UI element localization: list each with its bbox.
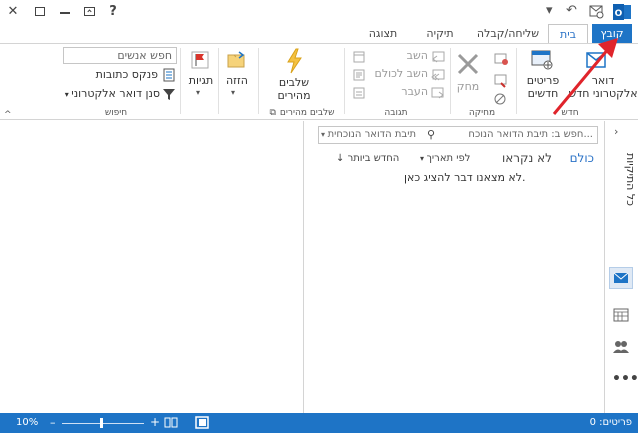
send-receive-icon[interactable] [588, 3, 604, 19]
more-nav-icon[interactable]: ••• [612, 371, 638, 387]
message-list: חפש ב: תיבת הדואר הנוכח... ⚲ ▾ תיבת הדוא… [303, 121, 604, 413]
reply-all-icon [430, 68, 446, 82]
items-count: פריטים: 0 [589, 417, 632, 428]
empty-list-message: לא מצאנו דבר להציג כאן. [404, 171, 526, 184]
ribbon-display-options-icon[interactable] [80, 3, 98, 21]
collapse-ribbon-icon[interactable]: ^ [4, 110, 12, 120]
tab-view[interactable]: תצוגה [356, 24, 410, 44]
sort-order-label: החדש ביותר [347, 153, 400, 164]
calendar-icon[interactable] [612, 307, 630, 323]
zoom-out-icon[interactable]: – [50, 416, 56, 429]
reply-all-button[interactable]: השב לכולם [366, 67, 428, 80]
address-book-icon [162, 68, 176, 82]
status-bar: פריטים: 0 10% – + [0, 413, 638, 433]
tab-send-receive[interactable]: שליחה/קבלה [470, 24, 546, 44]
filter-unread-tab[interactable]: לא נקראו [502, 151, 552, 165]
meeting-icon[interactable] [352, 50, 366, 64]
quick-steps-icon [284, 48, 304, 74]
all-folders-label[interactable]: כל התיקיות [607, 139, 637, 219]
filter-email-button[interactable]: ▾ סנן דואר אלקטרוני [64, 87, 160, 100]
reply-icon [430, 50, 446, 64]
search-scope-dropdown[interactable]: ▾ תיבת הדואר הנוכחית [321, 129, 416, 140]
folder-pane-collapsed: › כל התיקיות ••• [604, 121, 638, 413]
search-people-input[interactable]: חפש אנשים [63, 47, 177, 64]
group-separator [258, 48, 259, 114]
move-icon [226, 50, 246, 70]
address-book-button[interactable]: פנקס כתובות [78, 68, 158, 81]
reply-button[interactable]: השב [396, 49, 428, 62]
group-label-text: שלבים מהירים [279, 108, 335, 118]
flag-icon [190, 50, 210, 70]
tags-button[interactable]: תגיות [184, 74, 218, 87]
group-label-find: חיפוש [104, 108, 128, 118]
zoom-slider-track[interactable] [62, 423, 144, 424]
ribbon-tabs: קובץ בית שליחה/קבלה תיקיה תצוגה [0, 24, 638, 44]
title-bar: ✕ ? ▾ ↶ O [0, 0, 638, 24]
outlook-logo-icon: O [612, 2, 632, 22]
forward-icon [430, 86, 446, 100]
junk-icon[interactable] [492, 92, 510, 106]
zoom-level[interactable]: 10% [16, 417, 38, 428]
filter-icon [162, 87, 176, 101]
delete-icon [454, 50, 482, 78]
sort-by-label: לפי תאריך [426, 153, 471, 164]
forward-button[interactable]: העבר [396, 85, 428, 98]
reading-pane [0, 121, 303, 413]
group-label-delete: מחיקה [468, 108, 496, 118]
svg-text:O: O [615, 9, 623, 19]
undo-icon[interactable]: ↶ [566, 3, 577, 18]
group-separator [218, 48, 219, 114]
people-icon[interactable] [612, 339, 630, 355]
help-button[interactable]: ? [104, 3, 122, 21]
normal-view-icon[interactable] [195, 416, 209, 429]
reading-view-icon[interactable] [164, 416, 178, 429]
dialog-launcher-icon[interactable]: ⧉ [269, 108, 275, 118]
filter-email-label: סנן דואר אלקטרוני [71, 87, 160, 100]
arrow-down-icon: ↓ [336, 153, 348, 164]
ignore-icon[interactable] [492, 50, 510, 68]
ribbon: דואר אלקטרוני חדש פריטים חדשים חדש מחק מ… [0, 43, 638, 120]
minimize-icon[interactable] [56, 3, 74, 21]
search-scope-label: תיבת הדואר הנוכחית [327, 129, 417, 140]
sort-by-dropdown[interactable]: ▾ לפי תאריך [420, 153, 470, 164]
delete-button[interactable]: מחק [454, 80, 482, 93]
group-label-quick-steps: ⧉ שלבים מהירים [262, 108, 342, 118]
maximize-icon[interactable] [31, 3, 49, 21]
mail-nav-button[interactable] [609, 267, 633, 289]
cleanup-icon[interactable] [492, 72, 510, 88]
im-icon[interactable] [352, 68, 366, 82]
close-icon[interactable]: ✕ [4, 3, 22, 21]
quick-steps-button[interactable]: שלבים מהירים [264, 76, 324, 102]
more-respond-icon[interactable] [352, 86, 366, 100]
search-people-placeholder: חפש אנשים [117, 49, 172, 62]
move-dropdown-icon[interactable]: ▾ [231, 88, 235, 97]
zoom-slider-thumb[interactable] [100, 418, 103, 428]
annotation-arrow-icon [552, 38, 618, 115]
group-separator [516, 48, 517, 114]
group-separator [344, 48, 345, 114]
instant-search-box[interactable]: חפש ב: תיבת הדואר הנוכח... ⚲ ▾ תיבת הדוא… [318, 126, 598, 144]
search-icon[interactable]: ⚲ [427, 128, 435, 141]
move-button[interactable]: הזזה [220, 74, 254, 87]
mail-icon [613, 272, 629, 283]
expand-folder-pane-icon[interactable]: › [614, 125, 618, 138]
filter-all-tab[interactable]: כולם [570, 151, 594, 165]
group-separator [180, 48, 181, 114]
customize-qat-icon[interactable]: ▾ [546, 3, 553, 18]
search-input-placeholder: חפש ב: תיבת הדואר הנוכח... [468, 129, 593, 140]
tab-folder[interactable]: תיקיה [412, 24, 468, 44]
zoom-in-icon[interactable]: + [150, 415, 160, 429]
group-label-respond: תגובה [384, 108, 408, 118]
group-separator [450, 48, 451, 114]
tags-dropdown-icon[interactable]: ▾ [196, 88, 200, 97]
sort-order-button[interactable]: ↓ החדש ביותר [336, 153, 399, 164]
